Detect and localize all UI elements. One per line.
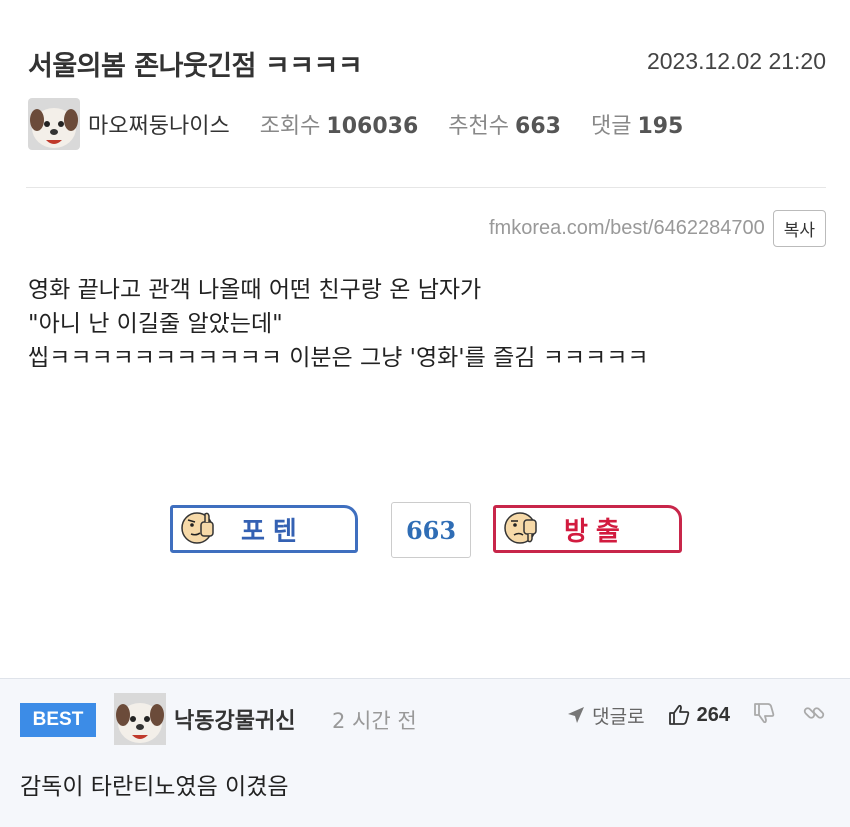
vote-down-button[interactable]: 방출 <box>493 505 682 553</box>
dislike-button[interactable] <box>752 701 776 729</box>
reply-arrow-icon <box>568 707 585 723</box>
commenter-name[interactable]: 낙동강물귀신 <box>174 703 295 735</box>
views-count: 106036 <box>326 114 419 139</box>
post-body-line: 씹ㅋㅋㅋㅋㅋㅋㅋㅋㅋㅋㅋ 이분은 그냥 '영화'를 즐김 ㅋㅋㅋㅋㅋ <box>28 345 649 371</box>
comments-stat: 댓글 195 <box>591 108 683 140</box>
best-badge: BEST <box>20 703 96 737</box>
vote-up-button[interactable]: 포텐 <box>170 505 358 553</box>
thumbs-down-face-icon <box>502 508 542 550</box>
post-body-line: "아니 난 이길줄 알았는데" <box>28 311 283 337</box>
reply-button[interactable]: 댓글로 <box>566 702 645 729</box>
views-label: 조회수 <box>259 114 321 139</box>
commenter-avatar[interactable] <box>114 693 166 745</box>
link-icon <box>803 707 825 719</box>
post-date: 2023.12.02 21:20 <box>646 48 826 74</box>
author-avatar[interactable] <box>28 98 80 150</box>
post-title: 서울의봄 존나웃긴점 ㅋㅋㅋㅋ <box>28 51 363 82</box>
thumbs-up-face-icon <box>179 508 219 550</box>
reply-label: 댓글로 <box>592 705 645 728</box>
link-button[interactable] <box>802 701 826 729</box>
comment-time: 2 시간 전 <box>332 709 417 733</box>
copy-url-button[interactable]: 복사 <box>772 210 826 247</box>
recommend-count: 663 <box>515 114 561 139</box>
views-stat: 조회수 106036 <box>260 108 419 140</box>
comments-count: 195 <box>637 114 684 139</box>
vote-up-label: 포텐 <box>241 516 305 547</box>
comment-actions: 댓글로 264 <box>566 701 826 729</box>
recommend-label: 추천수 <box>448 114 510 139</box>
best-comment: BEST 낙동강물귀신 2 시간 전 댓글로 264 감독이 타란티노였음 이겼… <box>0 678 850 827</box>
author-name[interactable]: 마오쩌둥나이스 <box>88 108 230 140</box>
post-url[interactable]: fmkorea.com/best/6462284700 <box>489 217 765 240</box>
url-row: fmkorea.com/best/6462284700 복사 <box>489 210 826 247</box>
post-meta: 마오쩌둥나이스 조회수 106036 추천수 663 댓글 195 <box>28 98 683 150</box>
recommend-stat: 추천수 663 <box>448 108 561 140</box>
thumbs-up-icon <box>668 704 689 725</box>
like-count: 264 <box>696 703 730 726</box>
vote-down-label: 방출 <box>564 516 628 547</box>
like-button[interactable]: 264 <box>667 703 730 727</box>
post-body: 영화 끝나고 관객 나올때 어떤 친구랑 온 남자가 "아니 난 이길줄 알았는데… <box>28 273 649 375</box>
comment-text: 감독이 타란티노였음 이겼음 <box>20 774 289 800</box>
comments-label: 댓글 <box>590 114 632 139</box>
header-divider <box>26 187 826 188</box>
post-body-line: 영화 끝나고 관객 나올때 어떤 친구랑 온 남자가 <box>28 277 482 303</box>
thumbs-down-icon <box>754 703 775 724</box>
vote-count: 663 <box>391 502 471 558</box>
